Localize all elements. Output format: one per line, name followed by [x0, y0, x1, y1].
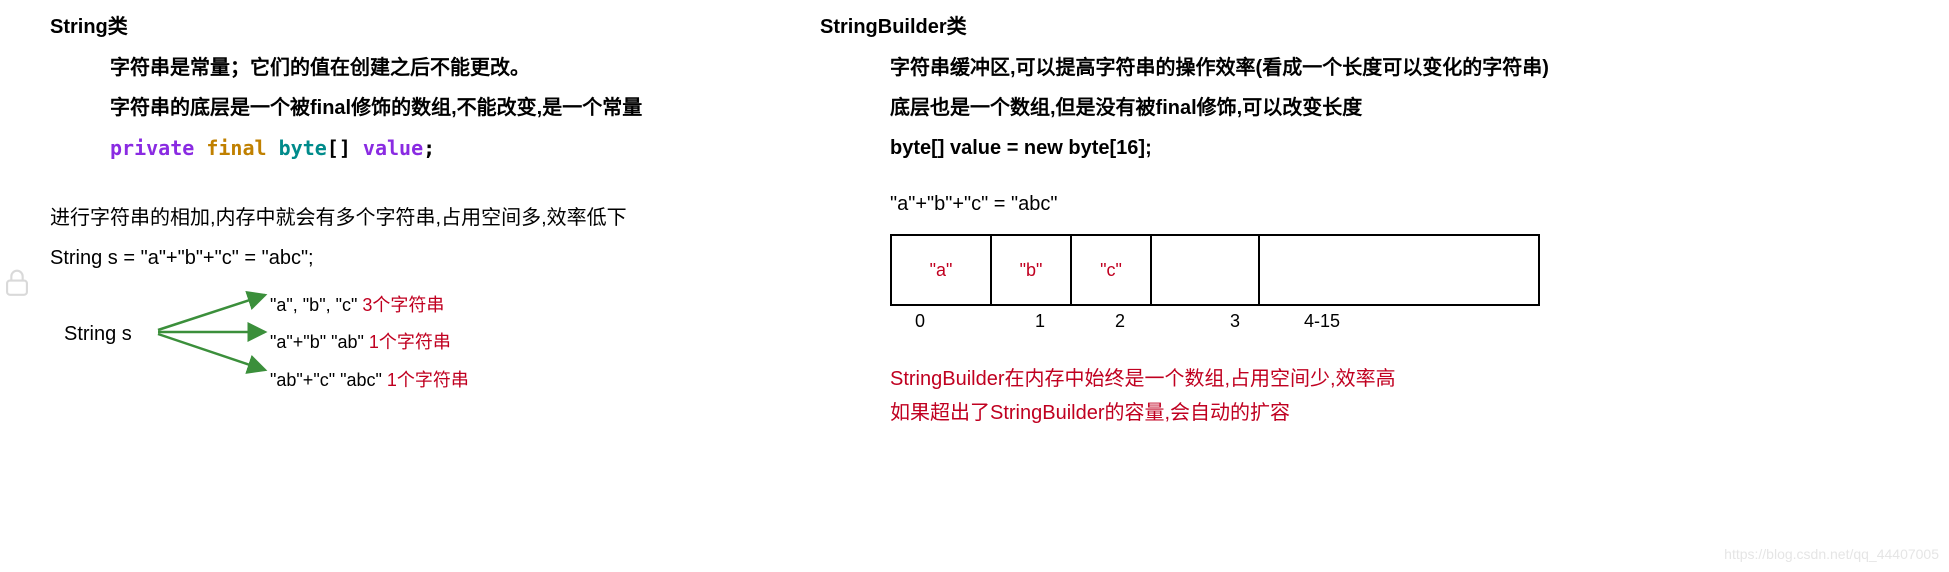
array-table: "a" "b" "c" — [890, 234, 1540, 306]
sb-note-1: StringBuilder在内存中始终是一个数组,占用空间少,效率高 — [890, 362, 1590, 396]
sb-desc-1: 字符串缓冲区,可以提高字符串的操作效率(看成一个长度可以变化的字符串) — [890, 53, 1590, 83]
sb-note-2: 如果超出了StringBuilder的容量,会自动的扩容 — [890, 396, 1590, 430]
string-desc-1: 字符串是常量；它们的值在创建之后不能更改。 — [110, 53, 790, 83]
sb-code-line: byte[] value = new byte[16]; — [890, 133, 1590, 163]
array-cell-2: "c" — [1071, 235, 1151, 305]
tree-root-label: String s — [64, 323, 132, 346]
array-cell-0: "a" — [891, 235, 991, 305]
string-section: String类 字符串是常量；它们的值在创建之后不能更改。 字符串的底层是一个被… — [30, 10, 820, 430]
code-var: value — [363, 136, 423, 160]
array-indices: 0 1 2 3 4-15 — [890, 311, 1590, 332]
sb-array-diagram: "a" "b" "c" 0 1 2 3 4-15 — [890, 234, 1590, 332]
string-code-line: private final byte[] value; — [110, 133, 790, 163]
string-desc-3: 进行字符串的相加,内存中就会有多个字符串,占用空间多,效率低下 — [50, 203, 790, 233]
sb-title: StringBuilder类 — [820, 10, 1590, 39]
index-3: 3 — [1125, 311, 1240, 332]
lock-icon — [0, 265, 34, 305]
string-example: String s = "a"+"b"+"c" = "abc"; — [50, 243, 790, 273]
array-cell-3 — [1151, 235, 1259, 305]
tree-arrows-svg — [150, 280, 270, 400]
array-cell-1: "b" — [991, 235, 1071, 305]
index-1: 1 — [940, 311, 1045, 332]
array-cell-rest — [1259, 235, 1539, 305]
index-2: 2 — [1045, 311, 1125, 332]
code-brackets: [] — [327, 136, 351, 160]
index-4-15: 4-15 — [1240, 311, 1340, 332]
string-title: String类 — [50, 10, 790, 39]
keyword-private: private — [110, 136, 194, 160]
keyword-byte: byte — [279, 136, 327, 160]
string-tree-diagram: String s "a", "b", "c" 3个字符串 "a"+"b" "ab… — [50, 288, 790, 398]
keyword-final: final — [206, 136, 266, 160]
sb-desc-2: 底层也是一个数组,但是没有被final修饰,可以改变长度 — [890, 93, 1590, 123]
stringbuilder-section: StringBuilder类 字符串缓冲区,可以提高字符串的操作效率(看成一个长… — [820, 10, 1590, 430]
code-semi: ; — [423, 136, 435, 160]
tree-branch-3: "ab"+"c" "abc" 1个字符串 — [270, 366, 469, 392]
sb-concat-example: "a"+"b"+"c" = "abc" — [890, 193, 1590, 216]
sb-notes: StringBuilder在内存中始终是一个数组,占用空间少,效率高 如果超出了… — [890, 362, 1590, 430]
watermark-text: https://blog.csdn.net/qq_44407005 — [1724, 546, 1939, 562]
tree-branch-2: "a"+"b" "ab" 1个字符串 — [270, 328, 451, 354]
string-desc-2: 字符串的底层是一个被final修饰的数组,不能改变,是一个常量 — [110, 93, 790, 123]
tree-branch-1: "a", "b", "c" 3个字符串 — [270, 291, 444, 317]
index-0: 0 — [890, 311, 940, 332]
